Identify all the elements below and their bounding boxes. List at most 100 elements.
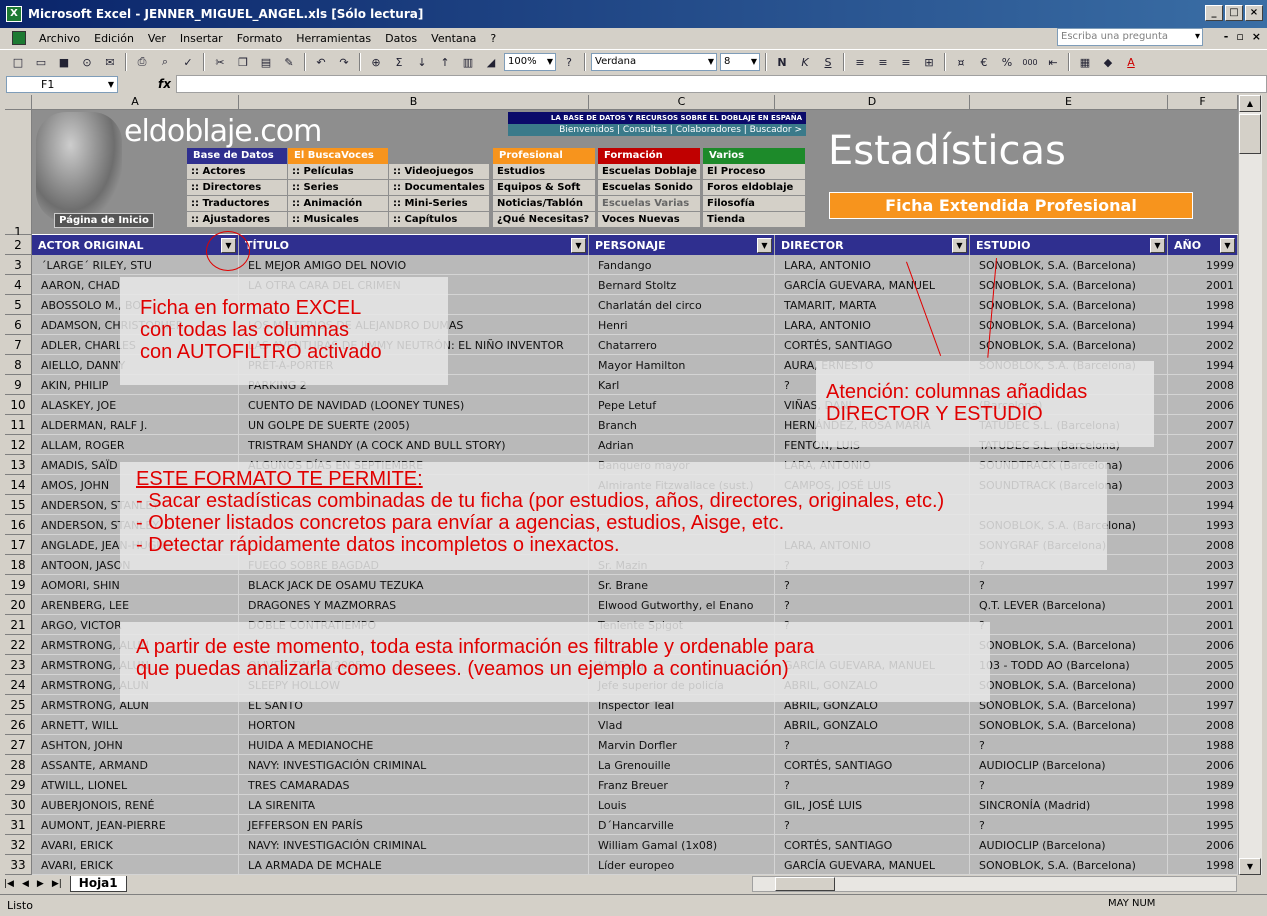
italic-icon[interactable]: K: [795, 52, 815, 72]
euro-icon[interactable]: €: [974, 52, 994, 72]
table-cell[interactable]: AOMORI, SHIN: [32, 575, 239, 595]
font-color-icon[interactable]: A: [1121, 52, 1141, 72]
nav-header[interactable]: El BuscaVoces: [288, 148, 388, 164]
table-cell[interactable]: TRISTRAM SHANDY (A COCK AND BULL STORY): [239, 435, 589, 455]
row-header[interactable]: 12: [5, 435, 32, 455]
table-cell[interactable]: AUBERJONOIS, RENÉ: [32, 795, 239, 815]
table-cell[interactable]: ?: [775, 575, 970, 595]
decrease-indent-icon[interactable]: ⇤: [1043, 52, 1063, 72]
nav-item[interactable]: Tienda: [703, 212, 805, 228]
underline-icon[interactable]: S: [818, 52, 838, 72]
row-header[interactable]: 1: [5, 110, 32, 239]
table-cell[interactable]: CORTÉS, SANTIAGO: [775, 755, 970, 775]
nav-item[interactable]: Noticias/Tablón: [493, 196, 595, 212]
menu-help[interactable]: ?: [483, 32, 503, 45]
row-header[interactable]: 27: [5, 735, 32, 755]
row-header[interactable]: 32: [5, 835, 32, 855]
table-cell[interactable]: Mayor Hamilton: [589, 355, 775, 375]
table-cell[interactable]: 1997: [1168, 695, 1238, 715]
nav-item[interactable]: :: Mini-Series: [389, 196, 489, 212]
table-cell[interactable]: Adrian: [589, 435, 775, 455]
doc-minimize-icon[interactable]: -: [1224, 30, 1229, 43]
nav-item[interactable]: Escuelas Varias: [598, 196, 700, 212]
fx-icon[interactable]: fx: [158, 77, 171, 91]
table-cell[interactable]: ?: [970, 775, 1168, 795]
table-cell[interactable]: 1997: [1168, 575, 1238, 595]
table-cell[interactable]: ?: [775, 595, 970, 615]
table-cell[interactable]: Marvin Dorfler: [589, 735, 775, 755]
table-cell[interactable]: CORTÉS, SANTIAGO: [775, 835, 970, 855]
table-cell[interactable]: GARCÍA GUEVARA, MANUEL: [775, 275, 970, 295]
sort-desc-icon[interactable]: ↑: [435, 52, 455, 72]
table-cell[interactable]: LA SIRENITA: [239, 795, 589, 815]
menu-formato[interactable]: Formato: [230, 32, 290, 45]
column-header-a[interactable]: A: [32, 95, 239, 110]
nav-item[interactable]: Foros eldoblaje: [703, 180, 805, 196]
table-cell[interactable]: 1999: [1168, 255, 1238, 275]
zoom-select[interactable]: 100% ▼: [504, 53, 556, 71]
row-header[interactable]: 11: [5, 415, 32, 435]
nav-header[interactable]: Formación: [598, 148, 700, 164]
print-icon[interactable]: ⎙: [132, 52, 152, 72]
table-cell[interactable]: ATWILL, LIONEL: [32, 775, 239, 795]
table-cell[interactable]: William Gamal (1x08): [589, 835, 775, 855]
table-cell[interactable]: 2007: [1168, 435, 1238, 455]
ask-question-input[interactable]: Escriba una pregunta ▾: [1057, 28, 1203, 46]
table-cell[interactable]: ?: [970, 815, 1168, 835]
table-cell[interactable]: TAMARIT, MARTA: [775, 295, 970, 315]
row-header[interactable]: 18: [5, 555, 32, 575]
menu-herramientas[interactable]: Herramientas: [289, 32, 378, 45]
spelling-icon[interactable]: ✓: [178, 52, 198, 72]
nav-item[interactable]: :: Actores: [187, 164, 287, 180]
table-cell[interactable]: LARA, ANTONIO: [775, 315, 970, 335]
menu-datos[interactable]: Datos: [378, 32, 424, 45]
table-cell[interactable]: Q.T. LEVER (Barcelona): [970, 595, 1168, 615]
align-left-icon[interactable]: ≡: [850, 52, 870, 72]
table-cell[interactable]: 2008: [1168, 375, 1238, 395]
nav-item[interactable]: :: Videojuegos: [389, 164, 489, 180]
save-icon[interactable]: ■: [54, 52, 74, 72]
minimize-button[interactable]: _: [1205, 5, 1223, 21]
nav-item[interactable]: :: Animación: [288, 196, 388, 212]
table-cell[interactable]: Chatarrero: [589, 335, 775, 355]
row-header[interactable]: 15: [5, 495, 32, 515]
row-header[interactable]: 23: [5, 655, 32, 675]
home-button[interactable]: Página de Inicio: [54, 213, 154, 228]
merge-center-icon[interactable]: ⊞: [919, 52, 939, 72]
nav-header[interactable]: Profesional: [493, 148, 595, 164]
column-header-b[interactable]: B: [239, 95, 589, 110]
select-all-corner[interactable]: [5, 95, 32, 110]
autofilter-dropdown-icon[interactable]: ▼: [571, 238, 586, 253]
table-cell[interactable]: 1993: [1168, 515, 1238, 535]
percent-icon[interactable]: %: [997, 52, 1017, 72]
table-cell[interactable]: Franz Breuer: [589, 775, 775, 795]
menu-ventana[interactable]: Ventana: [424, 32, 483, 45]
table-cell[interactable]: 1988: [1168, 735, 1238, 755]
table-cell[interactable]: 2005: [1168, 655, 1238, 675]
row-header[interactable]: 3: [5, 255, 32, 275]
menu-ver[interactable]: Ver: [141, 32, 173, 45]
table-cell[interactable]: 2006: [1168, 635, 1238, 655]
table-cell[interactable]: ?: [970, 615, 1168, 635]
table-cell[interactable]: ALDERMAN, RALF J.: [32, 415, 239, 435]
table-cell[interactable]: GIL, JOSÉ LUIS: [775, 795, 970, 815]
comma-style-icon[interactable]: 000: [1020, 52, 1040, 72]
row-header[interactable]: 26: [5, 715, 32, 735]
row-header[interactable]: 33: [5, 855, 32, 875]
table-cell[interactable]: Louis: [589, 795, 775, 815]
table-cell[interactable]: 2007: [1168, 415, 1238, 435]
row-header[interactable]: 31: [5, 815, 32, 835]
table-cell[interactable]: ALLAM, ROGER: [32, 435, 239, 455]
table-cell[interactable]: 2008: [1168, 715, 1238, 735]
nav-item[interactable]: Estudios: [493, 164, 595, 180]
row-header[interactable]: 20: [5, 595, 32, 615]
table-cell[interactable]: AVARI, ERICK: [32, 855, 239, 875]
table-cell[interactable]: BLACK JACK DE OSAMU TEZUKA: [239, 575, 589, 595]
table-cell[interactable]: Charlatán del circo: [589, 295, 775, 315]
borders-icon[interactable]: ▦: [1075, 52, 1095, 72]
table-cell[interactable]: HUIDA A MEDIANOCHE: [239, 735, 589, 755]
table-cell[interactable]: NAVY: INVESTIGACIÓN CRIMINAL: [239, 835, 589, 855]
table-cell[interactable]: GARCÍA GUEVARA, MANUEL: [775, 855, 970, 875]
email-icon[interactable]: ✉: [100, 52, 120, 72]
row-header[interactable]: 7: [5, 335, 32, 355]
